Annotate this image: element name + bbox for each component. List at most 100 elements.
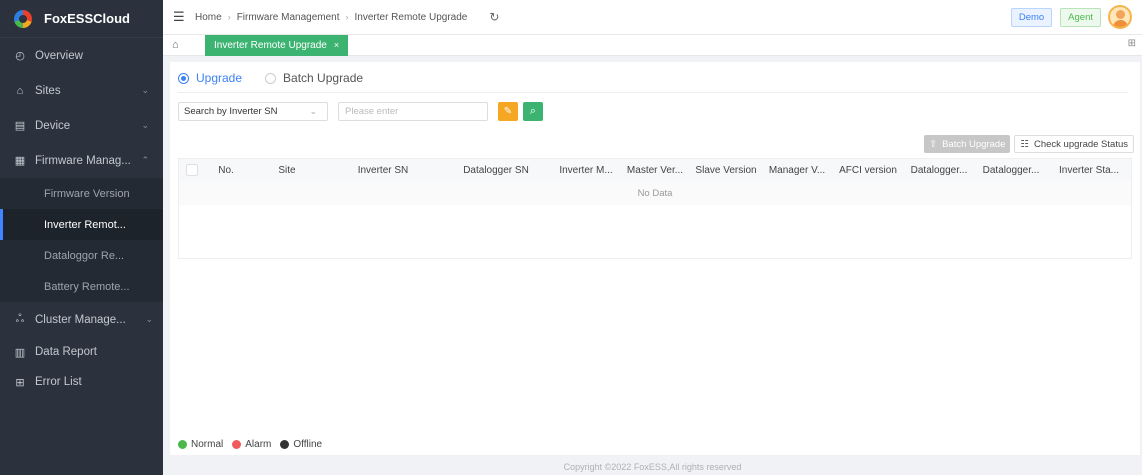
batch-upgrade-button[interactable]: ⇧ Batch Upgrade	[924, 135, 1011, 153]
col-slave-version[interactable]: Slave Version	[691, 159, 761, 181]
breadcrumb-home[interactable]: Home	[195, 12, 222, 23]
sidebar-item-firmware[interactable]: ▦ Firmware Manag... ⌃	[0, 143, 163, 178]
sidebar-subitem-datalogger-remote[interactable]: Dataloggor Re...	[0, 240, 163, 271]
col-site[interactable]: Site	[247, 159, 327, 181]
col-inverter-sn[interactable]: Inverter SN	[327, 159, 439, 181]
divider	[178, 92, 1128, 93]
col-inverter-model[interactable]: Inverter M...	[553, 159, 619, 181]
upgrade-label[interactable]: Upgrade	[196, 71, 242, 85]
batch-upgrade-radio[interactable]	[265, 72, 277, 84]
select-all-cell	[179, 159, 205, 181]
main-panel: Upgrade Batch Upgrade Search by Inverter…	[170, 62, 1140, 455]
upgrade-icon: ⇧	[929, 138, 938, 150]
status-legend: Normal Alarm Offline	[178, 439, 331, 450]
brand[interactable]: FoxESSCloud	[0, 0, 163, 38]
legend-offline: Offline	[280, 439, 322, 450]
sidebar-item-error-list[interactable]: ⊞ Error List	[0, 367, 163, 397]
col-no[interactable]: No.	[205, 159, 247, 181]
sidebar-item-device[interactable]: ▤ Device ⌄	[0, 108, 163, 143]
chevron-up-icon: ⌃	[141, 155, 149, 165]
brand-name: FoxESSCloud	[44, 11, 130, 26]
search-button[interactable]: ⌕	[523, 102, 543, 121]
no-data-row: No Data	[179, 181, 1131, 205]
legend-label: Normal	[191, 439, 224, 450]
user-avatar-icon[interactable]	[1108, 5, 1132, 29]
filter-row: Search by Inverter SN ⌄ ✎ ⌕	[178, 102, 543, 121]
error-icon: ⊞	[15, 376, 25, 389]
sidebar-subitem-label: Battery Remote...	[44, 280, 130, 293]
batch-upgrade-button-label: Batch Upgrade	[942, 138, 1006, 150]
col-datalogger-1[interactable]: Datalogger...	[903, 159, 975, 181]
sidebar-item-label: Cluster Manage...	[35, 313, 126, 326]
col-datalogger-sn[interactable]: Datalogger SN	[439, 159, 553, 181]
status-icon: ☷	[1020, 138, 1029, 150]
upgrade-table: No. Site Inverter SN Datalogger SN Inver…	[178, 158, 1132, 259]
breadcrumb: Home › Firmware Management › Inverter Re…	[195, 12, 467, 23]
col-datalogger-2[interactable]: Datalogger...	[975, 159, 1047, 181]
grid-menu-icon[interactable]: ⊞	[1128, 38, 1136, 49]
alarm-dot-icon	[232, 440, 242, 449]
chevron-down-icon: ⌄	[141, 120, 149, 130]
upgrade-radio[interactable]	[178, 72, 189, 84]
action-row: ⇧ Batch Upgrade ☷ Check upgrade Status	[924, 135, 1134, 153]
legend-normal: Normal	[178, 439, 223, 450]
table-header: No. Site Inverter SN Datalogger SN Inver…	[179, 159, 1131, 181]
mode-selector: Upgrade Batch Upgrade	[178, 71, 363, 85]
select-all-checkbox[interactable]	[186, 164, 198, 176]
refresh-icon[interactable]: ↻	[489, 10, 499, 24]
tab-bar: ⌂ Inverter Remote Upgrade × ⊞	[163, 34, 1142, 56]
sidebar-item-cluster[interactable]: ஃ Cluster Manage... ⌄	[0, 302, 163, 337]
sidebar-subitem-inverter-remote[interactable]: Inverter Remot...	[0, 209, 163, 240]
cluster-icon: ஃ	[15, 312, 25, 325]
search-type-value: Search by Inverter SN	[184, 106, 278, 117]
col-inverter-status[interactable]: Inverter Sta...	[1047, 159, 1131, 181]
breadcrumb-firmware[interactable]: Firmware Management	[237, 12, 340, 23]
chevron-down-icon: ⌄	[141, 85, 149, 95]
device-icon: ▤	[14, 120, 26, 132]
legend-alarm: Alarm	[232, 439, 271, 450]
clear-button[interactable]: ✎	[498, 102, 518, 121]
chevron-down-icon: ⌄	[145, 314, 153, 324]
menu-toggle-icon[interactable]: ☰	[173, 9, 187, 25]
agent-badge[interactable]: Agent	[1060, 7, 1101, 27]
sidebar-subitem-battery-remote[interactable]: Battery Remote...	[0, 271, 163, 302]
sidebar-subitem-firmware-version[interactable]: Firmware Version	[0, 178, 163, 209]
tab-inverter-remote-upgrade[interactable]: Inverter Remote Upgrade ×	[205, 34, 349, 56]
sidebar-item-sites[interactable]: ⌂ Sites ⌄	[0, 73, 163, 108]
search-input[interactable]	[338, 102, 488, 121]
sidebar-item-label: Overview	[35, 49, 83, 62]
legend-label: Alarm	[245, 439, 272, 450]
search-icon: ⌕	[529, 105, 537, 117]
search-type-select[interactable]: Search by Inverter SN ⌄	[178, 102, 328, 121]
chevron-right-icon: ›	[227, 12, 231, 22]
sidebar-item-label: Sites	[35, 84, 61, 97]
top-header: ☰ Home › Firmware Management › Inverter …	[163, 0, 1142, 35]
chart-icon: ▥	[14, 346, 26, 359]
home-tab-icon[interactable]: ⌂	[172, 39, 190, 51]
col-afci-version[interactable]: AFCI version	[833, 159, 903, 181]
sidebar-subitem-label: Firmware Version	[44, 187, 130, 200]
sidebar-item-label: Firmware Manag...	[35, 154, 131, 167]
batch-upgrade-label[interactable]: Batch Upgrade	[283, 71, 363, 85]
tab-label: Inverter Remote Upgrade	[214, 39, 327, 51]
firmware-icon: ▦	[14, 155, 26, 167]
eraser-icon: ✎	[503, 106, 513, 117]
header-right: Demo Agent	[1010, 5, 1132, 29]
close-icon[interactable]: ×	[334, 40, 339, 50]
sidebar-item-data-report[interactable]: ▥ Data Report	[0, 337, 163, 367]
sidebar-item-label: Error List	[35, 376, 82, 388]
sidebar-subitem-label: Dataloggor Re...	[44, 249, 125, 262]
breadcrumb-current: Inverter Remote Upgrade	[354, 11, 468, 23]
home-icon: ⌂	[16, 84, 24, 97]
legend-label: Offline	[293, 439, 323, 450]
col-manager-version[interactable]: Manager V...	[761, 159, 833, 181]
sidebar: FoxESSCloud ◴ Overview ⌂ Sites ⌄ ▤ Devic…	[0, 0, 163, 475]
sidebar-item-overview[interactable]: ◴ Overview	[0, 38, 163, 73]
footer-copyright: Copyright ©2022 FoxESS,All rights reserv…	[563, 461, 742, 472]
sidebar-item-label: Device	[35, 119, 71, 132]
col-master-version[interactable]: Master Ver...	[619, 159, 691, 181]
chevron-right-icon: ›	[345, 12, 349, 22]
offline-dot-icon	[280, 440, 290, 449]
demo-badge[interactable]: Demo	[1010, 7, 1053, 27]
check-status-button[interactable]: ☷ Check upgrade Status	[1014, 135, 1134, 153]
